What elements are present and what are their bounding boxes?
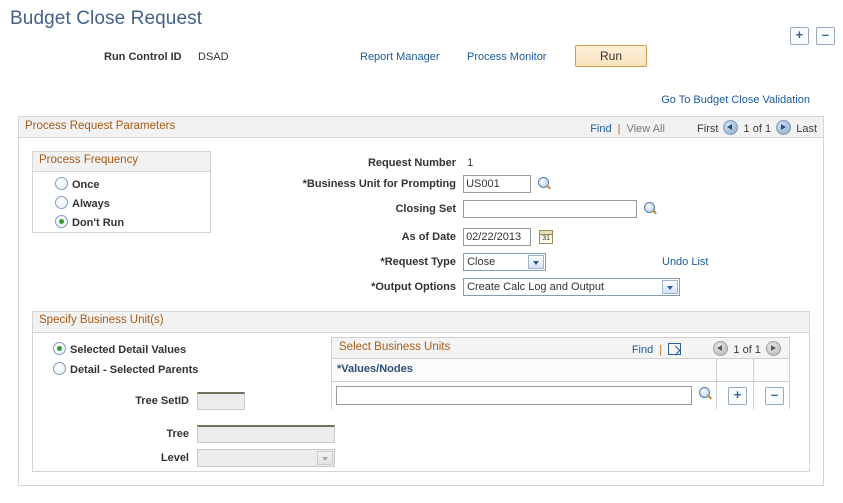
page-counter: 1 of 1	[733, 344, 761, 356]
process-request-parameters-header: Process Request Parameters Find | View A…	[19, 117, 823, 138]
radio-dont-run-label: Don't Run	[72, 217, 125, 229]
level-label: Level	[160, 452, 189, 464]
run-button[interactable]: Run	[575, 45, 647, 67]
add-row-button[interactable]: +	[728, 387, 747, 405]
find-link[interactable]: Find	[590, 123, 611, 135]
next-page-icon[interactable]	[776, 120, 792, 135]
undo-list-link[interactable]: Undo List	[662, 256, 708, 268]
request-number-row: Request Number 1	[296, 157, 473, 169]
business-unit-label: Business Unit for Prompting	[276, 178, 456, 190]
last-link[interactable]: Last	[796, 123, 817, 135]
as-of-date-input[interactable]	[463, 228, 532, 246]
tree-input	[197, 425, 336, 443]
go-to-budget-close-validation-link[interactable]: Go To Budget Close Validation	[661, 94, 810, 106]
business-unit-input[interactable]	[463, 175, 532, 193]
run-control-id-value: DSAD	[198, 51, 229, 63]
closing-set-input[interactable]	[463, 200, 638, 218]
run-control-id-label: Run Control ID	[104, 51, 182, 63]
new-window-icon[interactable]	[668, 343, 682, 355]
row-action-buttons: + –	[786, 27, 835, 45]
select-business-units-title: Select Business Units	[339, 341, 451, 353]
output-options-select[interactable]: Create Calc Log and Output	[463, 278, 681, 296]
find-link[interactable]: Find	[632, 344, 653, 356]
radio-once-label: Once	[72, 179, 100, 191]
calendar-icon-day: 31	[542, 235, 551, 242]
chevron-down-icon[interactable]	[528, 255, 545, 269]
delete-row-button[interactable]: –	[765, 387, 784, 405]
as-of-date-label: As of Date	[401, 231, 456, 243]
radio-selected-detail-values-button[interactable]	[53, 342, 66, 355]
previous-page-icon[interactable]	[713, 341, 729, 356]
radio-detail-selected-parents-button[interactable]	[53, 362, 66, 375]
next-page-icon[interactable]	[766, 341, 781, 356]
grid-navigation: Find | View All First 1 of 1 Last	[590, 120, 817, 135]
closing-set-row: Closing Set	[276, 200, 659, 218]
radio-once-button[interactable]	[55, 177, 68, 190]
grid-navigation: Find | 1 of 1	[632, 341, 783, 356]
page-title: Budget Close Request	[10, 8, 203, 29]
output-options-label: Output Options	[276, 281, 456, 293]
view-all-link[interactable]: View All	[627, 123, 665, 135]
closing-set-label: Closing Set	[395, 203, 456, 215]
page-counter: 1 of 1	[743, 123, 772, 135]
tree-label: Tree	[166, 428, 189, 440]
output-options-value: Create Calc Log and Output	[467, 281, 605, 293]
request-number-value: 1	[467, 157, 474, 170]
process-monitor-link[interactable]: Process Monitor	[467, 51, 546, 63]
radio-dont-run[interactable]: Don't Run	[55, 215, 210, 229]
request-type-value: Close	[467, 256, 496, 268]
tree-row: Tree	[117, 425, 336, 443]
values-nodes-input[interactable]	[336, 386, 692, 405]
radio-once[interactable]: Once	[55, 177, 210, 191]
select-business-units-grid: Select Business Units Find | 1 of 1 *Val…	[331, 337, 790, 409]
as-of-date-row: As of Date 31	[276, 228, 554, 246]
request-type-select[interactable]: Close	[463, 253, 547, 271]
tree-setid-row: Tree SetID	[117, 392, 246, 410]
grid-column-header-row: *Values/Nodes	[332, 359, 789, 382]
request-type-label: Request Type	[276, 256, 456, 268]
radio-detail-selected-parents-label: Detail - Selected Parents	[70, 364, 199, 376]
closing-set-lookup-icon[interactable]	[644, 201, 659, 217]
output-options-row: Output Options Create Calc Log and Outpu…	[276, 278, 681, 296]
find-separator: |	[659, 344, 663, 356]
column-header-values-nodes: *Values/Nodes	[337, 363, 413, 375]
tree-setid-input	[197, 392, 246, 410]
table-row: + –	[332, 382, 789, 409]
level-row: Level	[117, 449, 336, 467]
delete-row-button[interactable]: –	[816, 27, 835, 45]
radio-always[interactable]: Always	[55, 196, 210, 210]
add-row-button[interactable]: +	[789, 27, 809, 45]
values-nodes-lookup-icon[interactable]	[699, 387, 714, 402]
request-number-label: Request Number	[367, 157, 456, 170]
radio-always-label: Always	[72, 198, 110, 210]
radio-dont-run-button[interactable]	[55, 215, 68, 228]
business-unit-lookup-icon[interactable]	[538, 176, 553, 192]
radio-always-button[interactable]	[55, 196, 68, 209]
business-unit-row: Business Unit for Prompting	[276, 175, 553, 193]
report-manager-link[interactable]: Report Manager	[360, 51, 440, 63]
specify-business-units-title: Specify Business Unit(s)	[33, 312, 809, 333]
level-select	[197, 449, 336, 467]
process-frequency-title: Process Frequency	[33, 152, 210, 172]
select-business-units-header: Select Business Units Find | 1 of 1	[332, 338, 789, 359]
chevron-down-icon[interactable]	[662, 280, 679, 294]
process-frequency-panel: Process Frequency Once Always Don't Run	[32, 151, 211, 233]
previous-page-icon[interactable]	[723, 120, 739, 135]
chevron-down-icon	[317, 451, 334, 465]
calendar-icon[interactable]: 31	[539, 230, 554, 244]
find-separator: |	[617, 123, 621, 135]
tree-setid-label: Tree SetID	[135, 395, 189, 407]
first-link[interactable]: First	[697, 123, 718, 135]
request-type-row: Request Type Close	[276, 253, 547, 271]
radio-selected-detail-values-label: Selected Detail Values	[70, 344, 187, 356]
process-request-parameters-title: Process Request Parameters	[25, 120, 176, 132]
